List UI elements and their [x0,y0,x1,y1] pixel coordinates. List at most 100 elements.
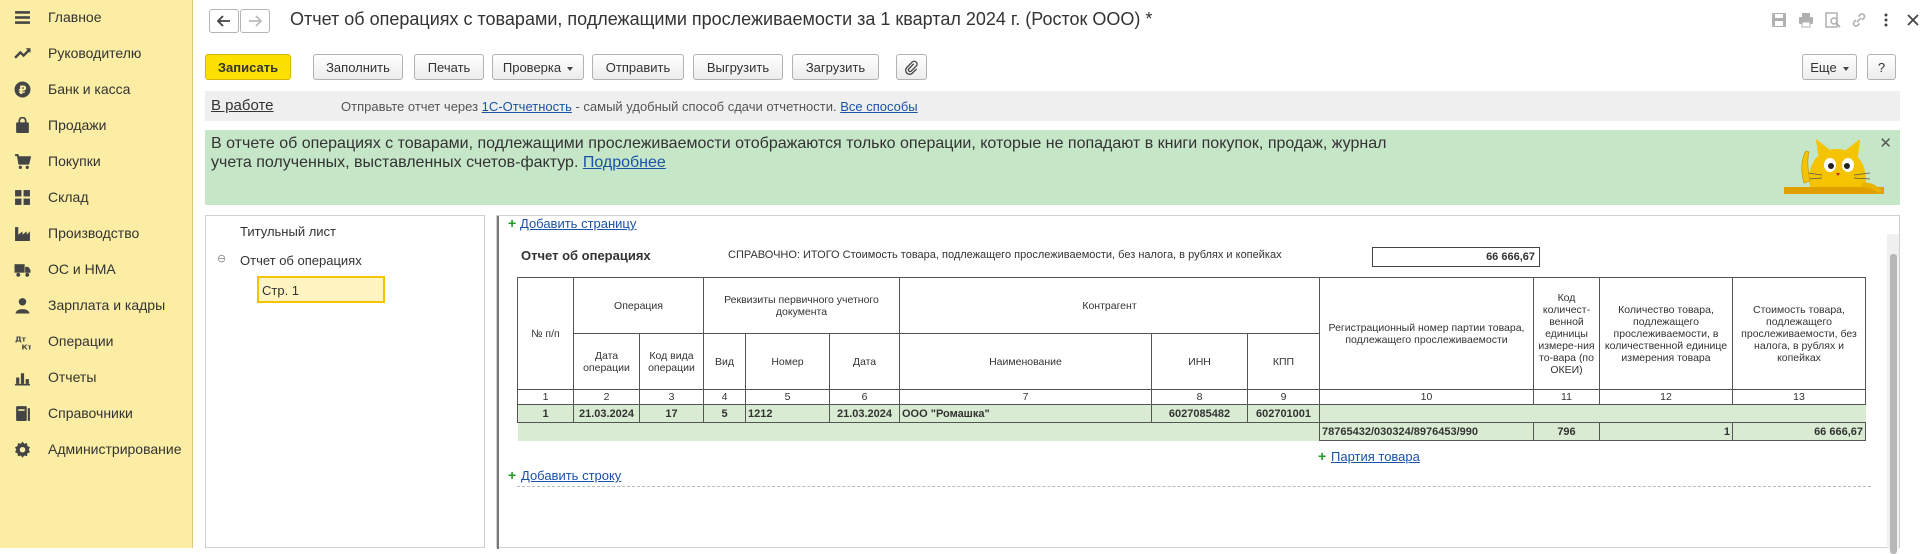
help-button[interactable]: ? [1867,54,1896,80]
sidebar-item-label: Покупки [48,153,101,169]
column-number: 3 [639,389,704,405]
details-link[interactable]: Подробнее [583,154,666,171]
sidebar-item-director[interactable]: Руководителю [0,38,193,68]
status-message-text: - самый удобный способ сдачи отчетности. [571,99,841,114]
report-structure-tree: Титульный лист ⊖ Отчет об операциях Стр.… [205,215,485,548]
cell-op-code[interactable]: 17 [639,404,704,423]
check-button-label: Проверка [502,59,562,75]
column-header: Вид [703,333,746,390]
status-state-link[interactable]: В работе [211,97,274,114]
report-form: + Добавить страницу Отчет об операциях С… [496,215,1900,554]
forward-button[interactable] [240,9,270,33]
banner-message: В отчете об операциях с товарами, подлеж… [211,135,1387,171]
sidebar-item-operations[interactable]: Дт Кт Операции [0,326,193,356]
close-icon[interactable] [1905,12,1920,28]
sidebar-item-admin[interactable]: Администрирование [0,434,193,464]
sidebar-item-salary[interactable]: Зарплата и кадры [0,290,193,320]
plus-icon: + [1318,448,1327,464]
column-header: Наименование [899,333,1152,390]
reference-total-label: СПРАВОЧНО: ИТОГО Стоимость товара, подле… [728,249,1282,261]
chevron-down-icon [1842,67,1849,71]
more-vertical-icon[interactable] [1878,12,1894,28]
sidebar-item-assets[interactable]: ОС и НМА [0,254,193,284]
main-area: Отчет об операциях с товарами, подлежащи… [193,0,1920,554]
printer-icon[interactable] [1798,12,1814,28]
save-button[interactable]: Записать [205,54,291,80]
column-header: Дата [829,333,900,390]
sidebar-item-purchases[interactable]: Покупки [0,146,193,176]
fill-button[interactable]: Заполнить [313,54,403,80]
cell-cp-inn[interactable]: 6027085482 [1151,404,1248,423]
more-button-label: Еще [1810,59,1837,75]
link-icon[interactable] [1851,12,1867,28]
column-header: Регистрационный номер партии товара, под… [1319,277,1534,390]
import-button[interactable]: Загрузить [792,54,879,80]
column-header: Код количест-венной единицы измере-ния т… [1533,277,1600,390]
cell-qty[interactable]: 1 [1599,422,1733,441]
cell-doc-date[interactable]: 21.03.2024 [829,404,900,423]
export-button[interactable]: Выгрузить [693,54,783,80]
back-button[interactable] [209,9,239,33]
column-number: 4 [703,389,746,405]
ruble-icon: ₽ [13,80,31,98]
sidebar-item-label: Руководителю [48,45,142,61]
empty-cell [517,422,1320,441]
print-button[interactable]: Печать [414,54,484,80]
sidebar-item-production[interactable]: Производство [0,218,193,248]
cell-unit-code[interactable]: 796 [1533,422,1600,441]
tree-item-title-page[interactable]: Титульный лист [240,224,336,239]
sidebar-item-label: Зарплата и кадры [48,297,166,313]
save-icon[interactable] [1771,12,1787,28]
cell-cp-name[interactable]: ООО "Ромашка" [899,404,1152,423]
section-divider [517,486,1871,487]
info-banner: В отчете об операциях с товарами, подлеж… [205,130,1900,205]
all-methods-link[interactable]: Все способы [840,99,917,114]
add-page-link[interactable]: Добавить страницу [520,216,636,231]
menu-icon [13,8,31,26]
attach-button[interactable] [896,54,927,80]
more-button[interactable]: Еще [1802,54,1857,80]
cell-doc-type[interactable]: 5 [703,404,746,423]
column-header: № п/п [517,277,574,390]
add-row-link[interactable]: Добавить строку [521,468,621,483]
column-number: 1 [517,389,574,405]
column-header: Стоимость товара, подлежащего прослежива… [1732,277,1866,390]
page-title: Отчет об операциях с товарами, подлежащи… [290,9,1153,29]
column-header: ИНН [1151,333,1248,390]
cell-cp-kpp[interactable]: 602701001 [1247,404,1320,423]
check-button[interactable]: Проверка [492,54,584,80]
sidebar-item-references[interactable]: Справочники [0,398,193,428]
column-header: КПП [1247,333,1320,390]
trend-icon [13,44,31,62]
scrollbar-thumb[interactable] [1890,254,1897,554]
column-number: 6 [829,389,900,405]
sidebar-item-bank[interactable]: ₽ Банк и касса [0,74,193,104]
tree-item-operations-section[interactable]: Отчет об операциях [240,253,362,268]
reference-total-value: 66 666,67 [1372,247,1540,267]
send-button[interactable]: Отправить [592,54,684,80]
person-icon [13,296,31,314]
cell-reg-num[interactable]: 78765432/030324/8976453/990 [1319,422,1534,441]
cell-doc-num[interactable]: 1212 [745,404,830,423]
reporting-service-link[interactable]: 1С-Отчетность [482,99,572,114]
empty-cell [1732,404,1866,423]
column-header: Дата операции [573,333,640,390]
sidebar-item-reports[interactable]: Отчеты [0,362,193,392]
preview-icon[interactable] [1825,12,1841,28]
book-icon [13,404,31,422]
batch-row: 78765432/030324/8976453/990 796 1 66 666… [517,422,1866,441]
section-title: Отчет об операциях [521,248,651,263]
cell-num[interactable]: 1 [517,404,574,423]
add-batch-link[interactable]: Партия товара [1331,449,1420,464]
cat-mascot-icon [1784,139,1884,194]
collapse-icon[interactable]: ⊖ [217,252,226,265]
sidebar-item-sales[interactable]: Продажи [0,110,193,140]
sidebar-item-warehouse[interactable]: Склад [0,182,193,212]
cell-op-date[interactable]: 21.03.2024 [573,404,640,423]
tree-item-page-1[interactable]: Стр. 1 [257,276,385,303]
sidebar-item-main[interactable]: Главное [0,2,193,32]
report-page: + Добавить страницу Отчет об операциях С… [497,215,1887,549]
cell-cost[interactable]: 66 666,67 [1732,422,1866,441]
vertical-scrollbar[interactable] [1887,234,1899,554]
dtkt-icon: Дт Кт [13,332,31,350]
